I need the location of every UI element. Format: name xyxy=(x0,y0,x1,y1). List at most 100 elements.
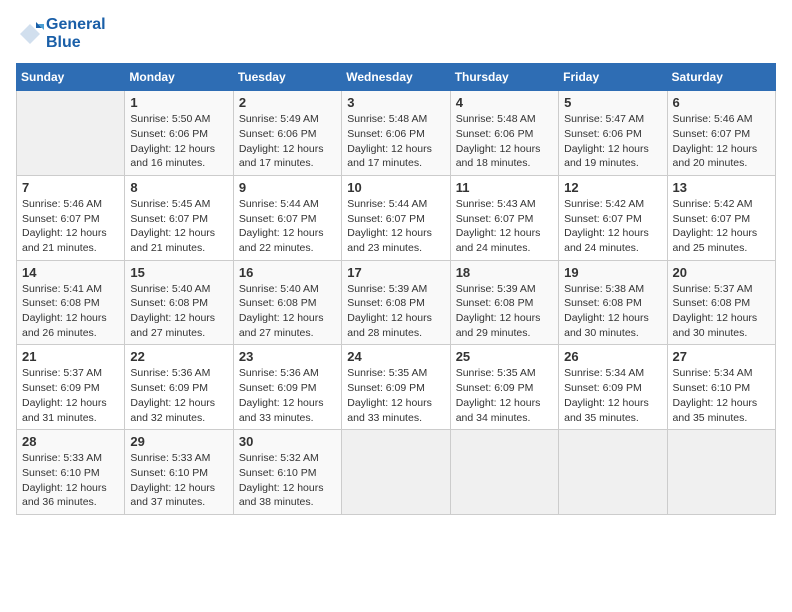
calendar-cell: 23 Sunrise: 5:36 AM Sunset: 6:09 PM Dayli… xyxy=(233,345,341,430)
day-number: 2 xyxy=(239,95,336,110)
calendar-cell xyxy=(17,91,125,176)
day-info: Sunrise: 5:43 AM Sunset: 6:07 PM Dayligh… xyxy=(456,197,553,256)
day-number: 6 xyxy=(673,95,770,110)
day-info: Sunrise: 5:39 AM Sunset: 6:08 PM Dayligh… xyxy=(347,282,444,341)
calendar-cell: 7 Sunrise: 5:46 AM Sunset: 6:07 PM Daylig… xyxy=(17,175,125,260)
calendar-cell: 29 Sunrise: 5:33 AM Sunset: 6:10 PM Dayli… xyxy=(125,430,233,515)
day-info: Sunrise: 5:34 AM Sunset: 6:09 PM Dayligh… xyxy=(564,366,661,425)
day-number: 13 xyxy=(673,180,770,195)
day-number: 18 xyxy=(456,265,553,280)
calendar-cell: 15 Sunrise: 5:40 AM Sunset: 6:08 PM Dayli… xyxy=(125,260,233,345)
day-number: 15 xyxy=(130,265,227,280)
day-number: 22 xyxy=(130,349,227,364)
day-number: 28 xyxy=(22,434,119,449)
day-number: 16 xyxy=(239,265,336,280)
day-number: 3 xyxy=(347,95,444,110)
day-number: 4 xyxy=(456,95,553,110)
day-info: Sunrise: 5:34 AM Sunset: 6:10 PM Dayligh… xyxy=(673,366,770,425)
day-info: Sunrise: 5:37 AM Sunset: 6:08 PM Dayligh… xyxy=(673,282,770,341)
day-info: Sunrise: 5:41 AM Sunset: 6:08 PM Dayligh… xyxy=(22,282,119,341)
calendar-header-row: SundayMondayTuesdayWednesdayThursdayFrid… xyxy=(17,64,776,91)
day-number: 19 xyxy=(564,265,661,280)
day-info: Sunrise: 5:42 AM Sunset: 6:07 PM Dayligh… xyxy=(564,197,661,256)
day-info: Sunrise: 5:33 AM Sunset: 6:10 PM Dayligh… xyxy=(130,451,227,510)
day-number: 7 xyxy=(22,180,119,195)
logo-line1: General xyxy=(46,16,106,34)
day-info: Sunrise: 5:40 AM Sunset: 6:08 PM Dayligh… xyxy=(130,282,227,341)
calendar-cell: 9Sunrise: 5:44 AM Sunset: 6:07 PM Daylig… xyxy=(233,175,341,260)
day-info: Sunrise: 5:46 AM Sunset: 6:07 PM Dayligh… xyxy=(22,197,119,256)
day-info: Sunrise: 5:36 AM Sunset: 6:09 PM Dayligh… xyxy=(130,366,227,425)
weekday-header: Sunday xyxy=(17,64,125,91)
calendar-cell: 14Sunrise: 5:41 AM Sunset: 6:08 PM Dayli… xyxy=(17,260,125,345)
day-number: 29 xyxy=(130,434,227,449)
calendar-cell: 12 Sunrise: 5:42 AM Sunset: 6:07 PM Dayli… xyxy=(559,175,667,260)
calendar-cell: 19 Sunrise: 5:38 AM Sunset: 6:08 PM Dayli… xyxy=(559,260,667,345)
calendar-cell: 25Sunrise: 5:35 AM Sunset: 6:09 PM Dayli… xyxy=(450,345,558,430)
day-number: 1 xyxy=(130,95,227,110)
day-info: Sunrise: 5:46 AM Sunset: 6:07 PM Dayligh… xyxy=(673,112,770,171)
calendar-week-row: 21 Sunrise: 5:37 AM Sunset: 6:09 PM Dayli… xyxy=(17,345,776,430)
day-number: 20 xyxy=(673,265,770,280)
weekday-header: Tuesday xyxy=(233,64,341,91)
calendar-cell: 28 Sunrise: 5:33 AM Sunset: 6:10 PM Dayli… xyxy=(17,430,125,515)
calendar-cell xyxy=(559,430,667,515)
calendar-cell: 18 Sunrise: 5:39 AM Sunset: 6:08 PM Dayli… xyxy=(450,260,558,345)
weekday-header: Thursday xyxy=(450,64,558,91)
calendar-cell: 16 Sunrise: 5:40 AM Sunset: 6:08 PM Dayli… xyxy=(233,260,341,345)
day-info: Sunrise: 5:37 AM Sunset: 6:09 PM Dayligh… xyxy=(22,366,119,425)
day-info: Sunrise: 5:38 AM Sunset: 6:08 PM Dayligh… xyxy=(564,282,661,341)
logo-icon xyxy=(16,20,44,48)
weekday-header: Friday xyxy=(559,64,667,91)
day-info: Sunrise: 5:48 AM Sunset: 6:06 PM Dayligh… xyxy=(456,112,553,171)
day-number: 8 xyxy=(130,180,227,195)
day-info: Sunrise: 5:42 AM Sunset: 6:07 PM Dayligh… xyxy=(673,197,770,256)
calendar-week-row: 1 Sunrise: 5:50 AM Sunset: 6:06 PM Daylig… xyxy=(17,91,776,176)
day-number: 11 xyxy=(456,180,553,195)
calendar-cell: 30 Sunrise: 5:32 AM Sunset: 6:10 PM Dayli… xyxy=(233,430,341,515)
day-info: Sunrise: 5:44 AM Sunset: 6:07 PM Dayligh… xyxy=(347,197,444,256)
page-header: General Blue xyxy=(16,16,776,51)
weekday-header: Saturday xyxy=(667,64,775,91)
day-number: 23 xyxy=(239,349,336,364)
day-info: Sunrise: 5:35 AM Sunset: 6:09 PM Dayligh… xyxy=(347,366,444,425)
day-info: Sunrise: 5:44 AM Sunset: 6:07 PM Dayligh… xyxy=(239,197,336,256)
day-info: Sunrise: 5:36 AM Sunset: 6:09 PM Dayligh… xyxy=(239,366,336,425)
calendar-cell: 1 Sunrise: 5:50 AM Sunset: 6:06 PM Daylig… xyxy=(125,91,233,176)
calendar-table: SundayMondayTuesdayWednesdayThursdayFrid… xyxy=(16,63,776,515)
calendar-cell: 5 Sunrise: 5:47 AM Sunset: 6:06 PM Daylig… xyxy=(559,91,667,176)
calendar-cell: 6 Sunrise: 5:46 AM Sunset: 6:07 PM Daylig… xyxy=(667,91,775,176)
day-info: Sunrise: 5:47 AM Sunset: 6:06 PM Dayligh… xyxy=(564,112,661,171)
calendar-cell: 21 Sunrise: 5:37 AM Sunset: 6:09 PM Dayli… xyxy=(17,345,125,430)
calendar-week-row: 14Sunrise: 5:41 AM Sunset: 6:08 PM Dayli… xyxy=(17,260,776,345)
day-info: Sunrise: 5:45 AM Sunset: 6:07 PM Dayligh… xyxy=(130,197,227,256)
calendar-cell: 10 Sunrise: 5:44 AM Sunset: 6:07 PM Dayli… xyxy=(342,175,450,260)
day-info: Sunrise: 5:33 AM Sunset: 6:10 PM Dayligh… xyxy=(22,451,119,510)
day-number: 21 xyxy=(22,349,119,364)
calendar-body: 1 Sunrise: 5:50 AM Sunset: 6:06 PM Daylig… xyxy=(17,91,776,515)
day-number: 5 xyxy=(564,95,661,110)
day-info: Sunrise: 5:39 AM Sunset: 6:08 PM Dayligh… xyxy=(456,282,553,341)
weekday-header: Wednesday xyxy=(342,64,450,91)
calendar-cell xyxy=(450,430,558,515)
logo: General Blue xyxy=(16,16,106,51)
day-number: 30 xyxy=(239,434,336,449)
day-number: 24 xyxy=(347,349,444,364)
calendar-cell: 11 Sunrise: 5:43 AM Sunset: 6:07 PM Dayli… xyxy=(450,175,558,260)
day-info: Sunrise: 5:48 AM Sunset: 6:06 PM Dayligh… xyxy=(347,112,444,171)
calendar-cell: 26Sunrise: 5:34 AM Sunset: 6:09 PM Dayli… xyxy=(559,345,667,430)
calendar-cell: 27Sunrise: 5:34 AM Sunset: 6:10 PM Dayli… xyxy=(667,345,775,430)
day-number: 10 xyxy=(347,180,444,195)
calendar-cell: 24 Sunrise: 5:35 AM Sunset: 6:09 PM Dayli… xyxy=(342,345,450,430)
calendar-cell: 17 Sunrise: 5:39 AM Sunset: 6:08 PM Dayli… xyxy=(342,260,450,345)
day-number: 12 xyxy=(564,180,661,195)
day-info: Sunrise: 5:35 AM Sunset: 6:09 PM Dayligh… xyxy=(456,366,553,425)
calendar-week-row: 7 Sunrise: 5:46 AM Sunset: 6:07 PM Daylig… xyxy=(17,175,776,260)
calendar-cell: 3 Sunrise: 5:48 AM Sunset: 6:06 PM Daylig… xyxy=(342,91,450,176)
day-info: Sunrise: 5:50 AM Sunset: 6:06 PM Dayligh… xyxy=(130,112,227,171)
calendar-cell: 20 Sunrise: 5:37 AM Sunset: 6:08 PM Dayli… xyxy=(667,260,775,345)
day-info: Sunrise: 5:40 AM Sunset: 6:08 PM Dayligh… xyxy=(239,282,336,341)
day-number: 17 xyxy=(347,265,444,280)
day-info: Sunrise: 5:32 AM Sunset: 6:10 PM Dayligh… xyxy=(239,451,336,510)
logo-line2: Blue xyxy=(46,34,106,52)
